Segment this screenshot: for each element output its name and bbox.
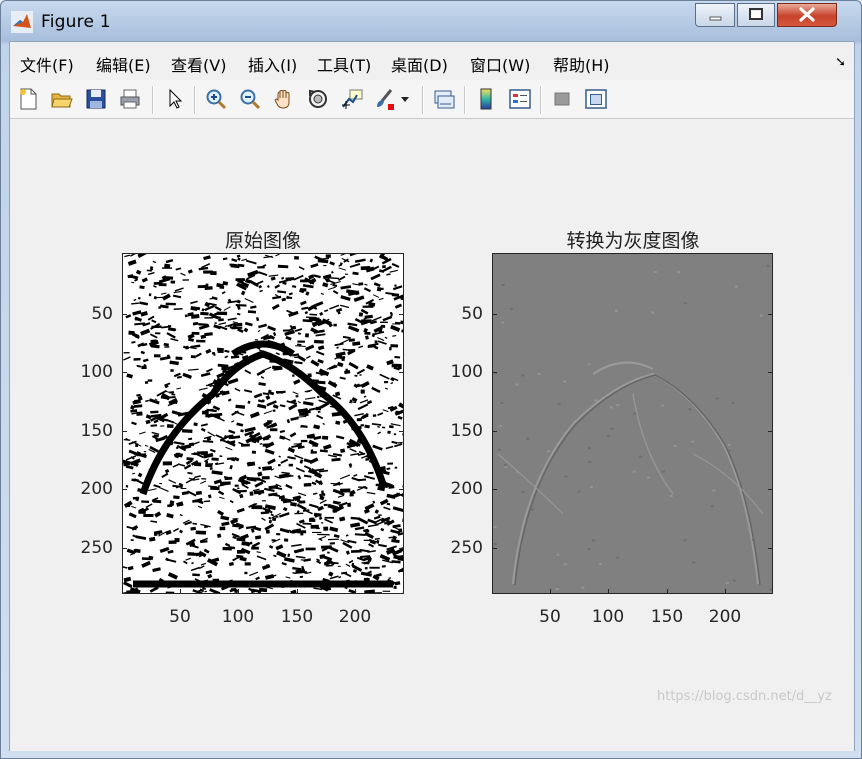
new-figure-icon[interactable] bbox=[14, 85, 42, 113]
pan-hand-icon[interactable] bbox=[270, 85, 298, 113]
menu-edit[interactable]: 编辑(E) bbox=[96, 52, 151, 76]
figure-canvas: 原始图像 50 100 150 200 250 50 100 150 200 转… bbox=[10, 119, 854, 751]
menu-file[interactable]: 文件(F) bbox=[20, 52, 74, 76]
embossed-gray-image bbox=[493, 254, 772, 593]
minimize-button[interactable] bbox=[695, 3, 735, 27]
zoom-out-icon[interactable] bbox=[236, 85, 264, 113]
brush-dropdown-icon[interactable] bbox=[398, 85, 412, 113]
save-icon[interactable] bbox=[82, 85, 110, 113]
subplot-1-ytick-label: 100 bbox=[80, 362, 113, 382]
subplot-1-xtick-label: 50 bbox=[169, 607, 191, 627]
brush-icon[interactable] bbox=[370, 85, 398, 113]
legend-icon[interactable] bbox=[506, 85, 534, 113]
matlab-logo-icon bbox=[11, 11, 33, 33]
subplot-2-ytick-label: 50 bbox=[461, 304, 483, 324]
menu-help[interactable]: 帮助(H) bbox=[553, 52, 610, 76]
subplot-2-title: 转换为灰度图像 bbox=[566, 230, 700, 252]
menu-window[interactable]: 窗口(W) bbox=[470, 52, 530, 76]
subplot-2-ytick-label: 200 bbox=[450, 479, 483, 499]
menu-insert[interactable]: 插入(I) bbox=[248, 52, 297, 76]
subplot-2-xtick-label: 200 bbox=[708, 607, 742, 627]
close-icon bbox=[799, 7, 815, 22]
show-plot-tools-icon[interactable] bbox=[582, 85, 610, 113]
open-file-icon[interactable] bbox=[48, 85, 76, 113]
link-plot-icon[interactable] bbox=[430, 85, 458, 113]
subplot-1-title: 原始图像 bbox=[224, 230, 302, 252]
title-bar[interactable]: Figure 1 bbox=[1, 1, 861, 41]
subplot-1-ytick-label: 50 bbox=[91, 304, 113, 324]
minimize-icon bbox=[709, 16, 722, 21]
figure-window: Figure 1 文件(F) 编辑(E) 查看(V) 插入(I) 工具(T) 桌… bbox=[0, 0, 862, 759]
subplot-1-axes[interactable] bbox=[122, 253, 404, 594]
maximize-icon bbox=[749, 8, 763, 20]
menu-bar: 文件(F) 编辑(E) 查看(V) 插入(I) 工具(T) 桌面(D) 窗口(W… bbox=[10, 42, 854, 81]
dock-arrow-icon[interactable]: ➘ bbox=[835, 55, 846, 70]
rotate-3d-icon[interactable] bbox=[304, 85, 332, 113]
menu-desktop[interactable]: 桌面(D) bbox=[391, 52, 448, 76]
zoom-in-icon[interactable] bbox=[202, 85, 230, 113]
print-icon[interactable] bbox=[116, 85, 144, 113]
subplot-1-xtick-label: 150 bbox=[280, 607, 314, 627]
subplot-1-xtick-label: 200 bbox=[338, 607, 372, 627]
subplot-2-xtick-label: 150 bbox=[650, 607, 684, 627]
hide-plot-tools-icon[interactable] bbox=[548, 85, 576, 113]
menu-tools[interactable]: 工具(T) bbox=[317, 52, 371, 76]
figure-toolbar bbox=[10, 80, 854, 119]
subplot-2-axes[interactable] bbox=[492, 253, 773, 594]
subplot-1-ytick-label: 250 bbox=[80, 538, 113, 558]
subplot-2-ytick-label: 250 bbox=[450, 538, 483, 558]
subplot-2-xtick-label: 50 bbox=[539, 607, 561, 627]
colorbar-icon[interactable] bbox=[472, 85, 500, 113]
subplot-1-ytick-label: 150 bbox=[80, 421, 113, 441]
subplot-2-ytick-label: 150 bbox=[450, 421, 483, 441]
subplot-1-ytick-label: 200 bbox=[80, 479, 113, 499]
subplot-2-ytick-label: 100 bbox=[450, 362, 483, 382]
maximize-button[interactable] bbox=[737, 3, 775, 27]
menu-view[interactable]: 查看(V) bbox=[171, 52, 226, 76]
close-button[interactable] bbox=[777, 3, 837, 27]
binary-image bbox=[123, 254, 403, 593]
pointer-icon[interactable] bbox=[160, 85, 188, 113]
watermark: https://blog.csdn.net/d__yz bbox=[657, 689, 832, 704]
subplot-1-xtick-label: 100 bbox=[221, 607, 255, 627]
data-cursor-icon[interactable] bbox=[338, 85, 366, 113]
subplot-2-xtick-label: 100 bbox=[591, 607, 625, 627]
figure-client-area: 文件(F) 编辑(E) 查看(V) 插入(I) 工具(T) 桌面(D) 窗口(W… bbox=[9, 41, 855, 751]
window-title: Figure 1 bbox=[41, 12, 111, 32]
